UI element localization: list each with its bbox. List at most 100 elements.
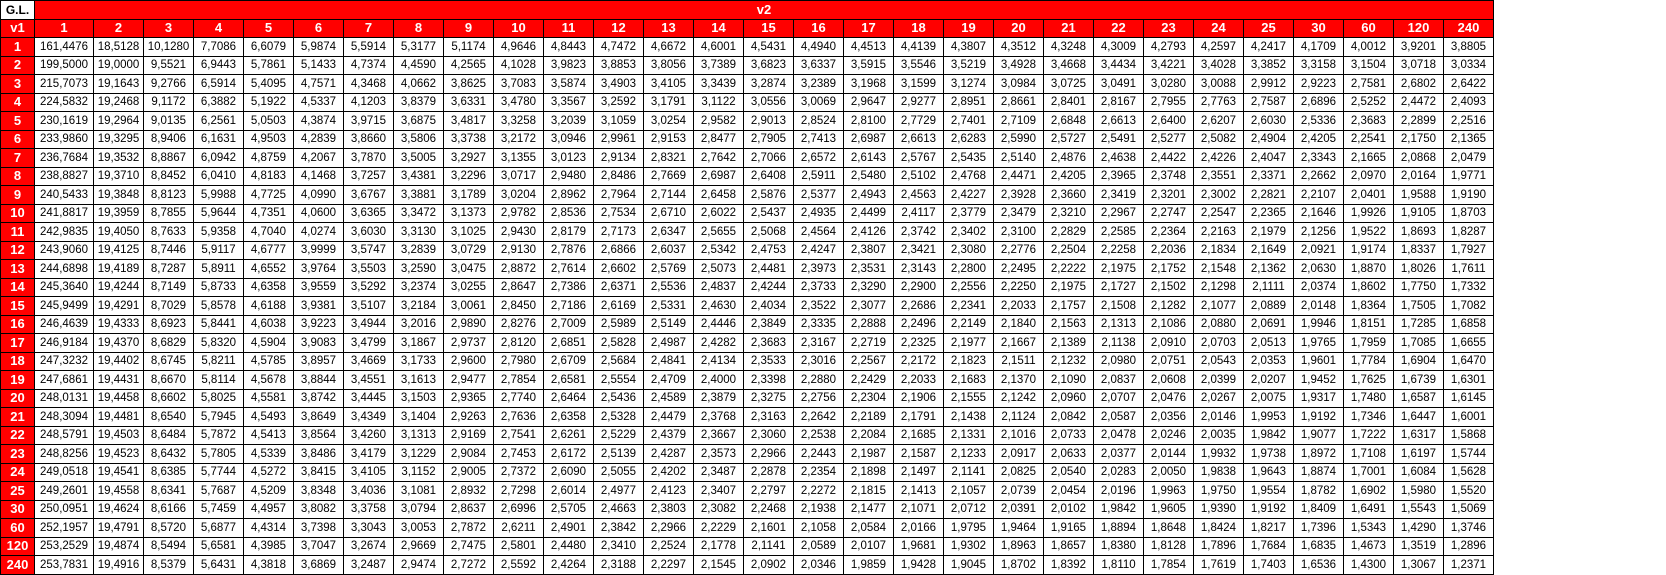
row-header: 8 — [0, 166, 35, 186]
table-cell: 1,5343 — [1343, 518, 1394, 538]
table-cell: 3,4036 — [343, 481, 394, 501]
table-cell: 2,1233 — [943, 444, 994, 464]
table-cell: 233,9860 — [34, 129, 94, 149]
table-cell: 3,9764 — [293, 259, 344, 279]
table-cell: 19,4244 — [93, 277, 144, 297]
table-cell: 2,0917 — [993, 444, 1044, 464]
table-cell: 2,2365 — [1243, 203, 1294, 223]
table-cell: 2,7669 — [643, 166, 694, 186]
table-cell: 2,0980 — [1093, 351, 1144, 371]
v2-axis-label: v2 — [34, 0, 1494, 20]
table-cell: 19,4402 — [93, 351, 144, 371]
table-cell: 8,7029 — [143, 296, 194, 316]
table-cell: 8,6432 — [143, 444, 194, 464]
table-cell: 2,9223 — [1293, 74, 1344, 94]
table-cell: 1,7285 — [1393, 314, 1444, 334]
table-cell: 3,8805 — [1443, 37, 1494, 57]
table-cell: 2,3768 — [693, 407, 744, 427]
table-cell: 2,4227 — [943, 185, 994, 205]
table-cell: 1,8392 — [1043, 555, 1094, 575]
row-header: 23 — [0, 444, 35, 464]
table-cell: 2,2900 — [893, 277, 944, 297]
table-cell: 1,8894 — [1093, 518, 1144, 538]
table-cell: 4,6038 — [243, 314, 294, 334]
table-cell: 2,2800 — [943, 259, 994, 279]
table-cell: 9,0135 — [143, 111, 194, 131]
table-cell: 1,3746 — [1443, 518, 1494, 538]
table-cell: 2,1665 — [1343, 148, 1394, 168]
row-header: 14 — [0, 277, 35, 297]
table-cell: 1,7750 — [1393, 277, 1444, 297]
table-cell: 2,1898 — [843, 462, 894, 482]
table-cell: 4,4513 — [843, 37, 894, 57]
table-cell: 2,6458 — [693, 185, 744, 205]
column-header: 22 — [1093, 18, 1144, 38]
table-cell: 5,3177 — [393, 37, 444, 57]
table-cell: 3,0491 — [1093, 74, 1144, 94]
table-cell: 4,8443 — [543, 37, 594, 57]
table-cell: 3,2389 — [793, 74, 844, 94]
table-cell: 2,3398 — [743, 370, 794, 390]
table-cell: 2,0608 — [1143, 370, 1194, 390]
table-cell: 19,4916 — [93, 555, 144, 575]
table-cell: 2,4987 — [643, 333, 694, 353]
table-cell: 2,8962 — [543, 185, 594, 205]
table-cell: 1,9554 — [1243, 481, 1294, 501]
table-cell: 3,7389 — [693, 55, 744, 75]
table-cell: 1,6084 — [1393, 462, 1444, 482]
table-cell: 19,3848 — [93, 185, 144, 205]
table-cell: 3,1152 — [393, 462, 444, 482]
table-cell: 3,1059 — [593, 111, 644, 131]
table-cell: 2,0910 — [1143, 333, 1194, 353]
table-cell: 3,9999 — [293, 240, 344, 260]
table-cell: 19,4541 — [93, 462, 144, 482]
table-cell: 2,5480 — [843, 166, 894, 186]
table-cell: 2,4564 — [793, 222, 844, 242]
table-cell: 2,7980 — [493, 351, 544, 371]
table-cell: 2,1555 — [943, 388, 994, 408]
table-cell: 3,0061 — [443, 296, 494, 316]
table-cell: 2,8321 — [643, 148, 694, 168]
table-cell: 1,9963 — [1143, 481, 1194, 501]
table-cell: 215,7073 — [34, 74, 94, 94]
table-cell: 2,0353 — [1243, 351, 1294, 371]
table-cell: 1,7927 — [1443, 240, 1494, 260]
table-cell: 3,8348 — [293, 481, 344, 501]
table-cell: 2,0630 — [1293, 259, 1344, 279]
column-header: 21 — [1043, 18, 1094, 38]
table-cell: 1,8026 — [1393, 259, 1444, 279]
table-cell: 2,0584 — [843, 518, 894, 538]
table-cell: 2,1331 — [943, 425, 994, 445]
table-cell: 2,1727 — [1093, 277, 1144, 297]
table-cell: 2,1938 — [793, 499, 844, 519]
table-cell: 19,4458 — [93, 388, 144, 408]
table-cell: 2,5801 — [493, 536, 544, 556]
table-cell: 8,6670 — [143, 370, 194, 390]
column-header: 30 — [1293, 18, 1344, 38]
table-cell: 2,2172 — [893, 351, 944, 371]
table-cell: 4,8759 — [243, 148, 294, 168]
table-cell: 19,4291 — [93, 296, 144, 316]
table-cell: 5,4095 — [243, 74, 294, 94]
table-cell: 1,6536 — [1293, 555, 1344, 575]
table-cell: 4,6552 — [243, 259, 294, 279]
table-cell: 6,3882 — [193, 92, 244, 112]
table-cell: 3,4817 — [443, 111, 494, 131]
table-cell: 2,1587 — [893, 444, 944, 464]
table-cell: 1,7396 — [1293, 518, 1344, 538]
table-cell: 5,8578 — [193, 296, 244, 316]
table-cell: 3,0717 — [493, 166, 544, 186]
table-cell: 4,0274 — [293, 222, 344, 242]
table-cell: 2,9430 — [493, 222, 544, 242]
row-header: 5 — [0, 111, 35, 131]
table-cell: 1,6904 — [1393, 351, 1444, 371]
table-cell: 8,6166 — [143, 499, 194, 519]
table-cell: 2,3803 — [643, 499, 694, 519]
table-cell: 4,4314 — [243, 518, 294, 538]
table-cell: 1,9190 — [1443, 185, 1494, 205]
table-cell: 4,7351 — [243, 203, 294, 223]
table-cell: 4,7571 — [293, 74, 344, 94]
table-cell: 2,1977 — [943, 333, 994, 353]
table-cell: 4,0012 — [1343, 37, 1394, 57]
column-header: 20 — [993, 18, 1044, 38]
